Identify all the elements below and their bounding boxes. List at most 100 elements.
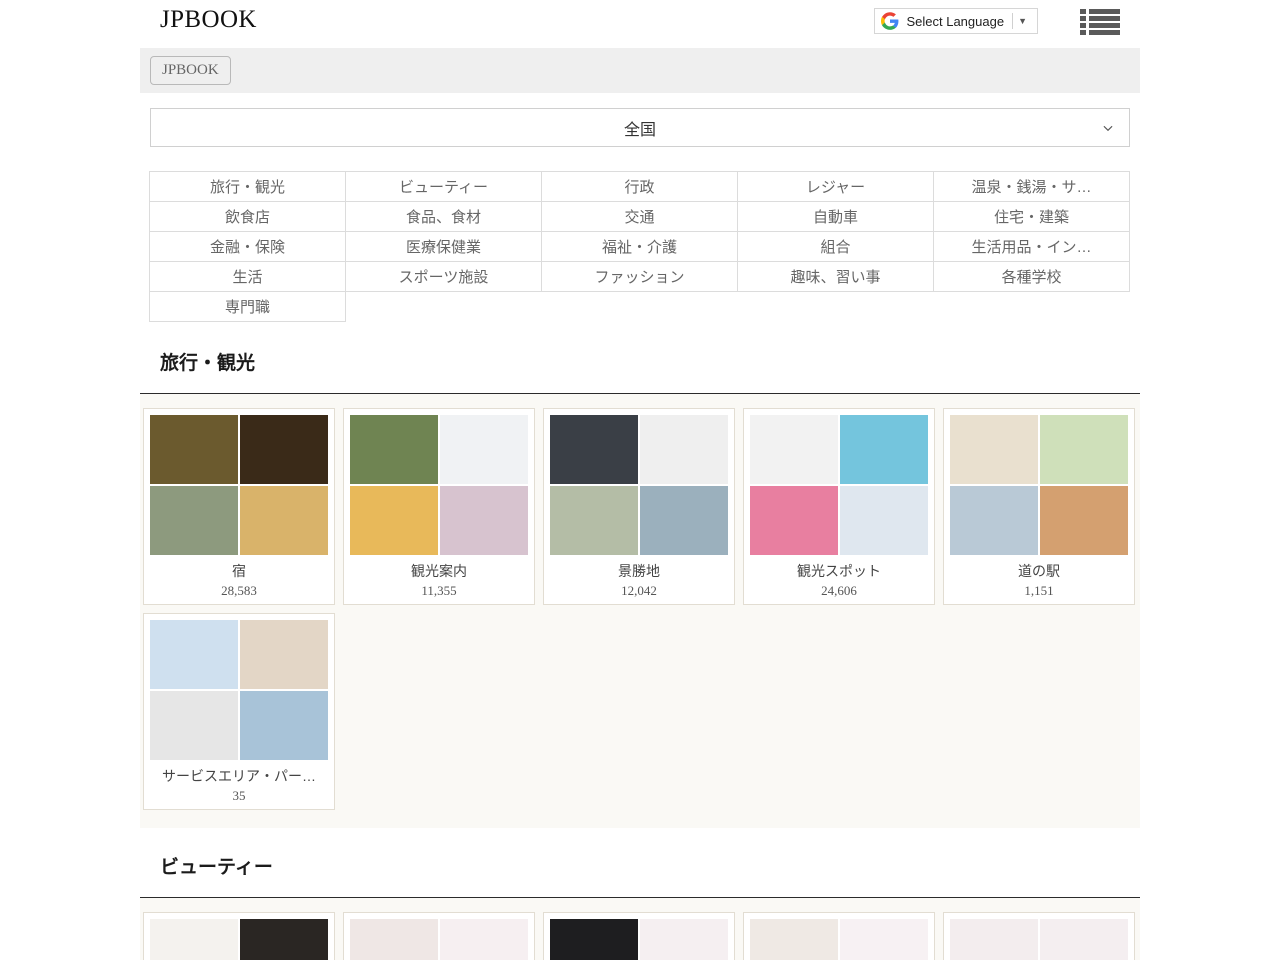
category-cell[interactable]: ビューティー	[346, 172, 542, 202]
translate-label: Select Language	[906, 14, 1012, 29]
thumbnail-tile	[750, 415, 838, 484]
category-cell[interactable]: 生活用品・イン…	[934, 232, 1130, 262]
thumbnail-tile	[1040, 415, 1128, 484]
category-cell-empty	[346, 292, 542, 322]
card-label: 宿	[150, 561, 328, 581]
thumbnail-tile	[950, 415, 1038, 484]
category-cell[interactable]: ファッション	[542, 262, 738, 292]
category-cell[interactable]: 趣味、習い事	[738, 262, 934, 292]
chevron-down-icon[interactable]: ▼	[1013, 17, 1031, 26]
card-count: 24,606	[750, 583, 928, 599]
thumbnail-tile	[750, 919, 838, 960]
category-cell[interactable]: 自動車	[738, 202, 934, 232]
category-cell[interactable]: 組合	[738, 232, 934, 262]
thumbnail-tile	[150, 486, 238, 555]
category-cell[interactable]: スポーツ施設	[346, 262, 542, 292]
category-cell[interactable]: 福祉・介護	[542, 232, 738, 262]
category-row: 旅行・観光ビューティー行政レジャー温泉・銭湯・サ…	[150, 172, 1130, 202]
thumbnail-tile	[1040, 486, 1128, 555]
card-thumbnail	[950, 415, 1128, 555]
category-row: 飲食店食品、食材交通自動車住宅・建築	[150, 202, 1130, 232]
card-thumbnail	[150, 919, 328, 960]
thumbnail-tile	[350, 415, 438, 484]
category-row: 金融・保険医療保健業福祉・介護組合生活用品・イン…	[150, 232, 1130, 262]
category-card[interactable]	[143, 912, 335, 960]
thumbnail-tile	[440, 486, 528, 555]
category-card[interactable]: 景勝地 12,042	[543, 408, 735, 605]
category-card[interactable]: サービスエリア・パー…35	[143, 613, 335, 810]
card-thumbnail	[550, 919, 728, 960]
card-count: 28,583	[150, 583, 328, 599]
category-card[interactable]	[743, 912, 935, 960]
site-header: JPBOOK Select Language ▼	[0, 0, 1280, 44]
category-row: 生活スポーツ施設ファッション趣味、習い事各種学校	[150, 262, 1130, 292]
category-cell[interactable]: 飲食店	[150, 202, 346, 232]
thumbnail-tile	[950, 919, 1038, 960]
thumbnail-tile	[840, 415, 928, 484]
category-card[interactable]	[943, 912, 1135, 960]
thumbnail-tile	[240, 415, 328, 484]
card-count: 11,355	[350, 583, 528, 599]
category-cell-empty	[542, 292, 738, 322]
category-cell[interactable]: 食品、食材	[346, 202, 542, 232]
category-cell[interactable]: 医療保健業	[346, 232, 542, 262]
thumbnail-tile	[150, 620, 238, 689]
section-title: ビューティー	[140, 852, 1140, 879]
google-g-icon	[881, 12, 899, 30]
thumbnail-tile	[640, 415, 728, 484]
breadcrumb: JPBOOK	[140, 48, 1140, 93]
thumbnail-tile	[750, 486, 838, 555]
card-label: 道の駅	[950, 561, 1128, 581]
category-card[interactable]: 道の駅1,151	[943, 408, 1135, 605]
category-cell[interactable]: レジャー	[738, 172, 934, 202]
category-section: ビューティー	[140, 852, 1140, 960]
site-logo[interactable]: JPBOOK	[160, 6, 257, 34]
card-thumbnail	[350, 415, 528, 555]
category-cell[interactable]: 行政	[542, 172, 738, 202]
chevron-down-icon	[1101, 121, 1115, 135]
region-select-value: 全国	[624, 116, 656, 140]
thumbnail-tile	[350, 486, 438, 555]
category-card[interactable]	[343, 912, 535, 960]
category-cell[interactable]: 交通	[542, 202, 738, 232]
category-cell[interactable]: 金融・保険	[150, 232, 346, 262]
category-card[interactable]	[543, 912, 735, 960]
card-thumbnail	[150, 620, 328, 760]
section-body: 宿28,583観光案内11,355景勝地12,042観光スポット24,606道の…	[140, 394, 1140, 828]
category-cell[interactable]: 各種学校	[934, 262, 1130, 292]
region-select[interactable]: 全国	[150, 108, 1130, 147]
google-translate-widget[interactable]: Select Language ▼	[874, 8, 1038, 34]
card-thumbnail	[750, 919, 928, 960]
card-thumbnail	[350, 919, 528, 960]
list-view-icon[interactable]	[1080, 6, 1120, 38]
section-body	[140, 898, 1140, 960]
category-row: 専門職	[150, 292, 1130, 322]
card-label: 景勝地	[550, 561, 728, 581]
category-cell[interactable]: 温泉・銭湯・サ…	[934, 172, 1130, 202]
category-cell[interactable]: 専門職	[150, 292, 346, 322]
category-card[interactable]: 観光案内11,355	[343, 408, 535, 605]
thumbnail-tile	[640, 486, 728, 555]
thumbnail-tile	[640, 919, 728, 960]
category-cell[interactable]: 生活	[150, 262, 346, 292]
thumbnail-tile	[440, 415, 528, 484]
thumbnail-tile	[440, 919, 528, 960]
page-root: JPBOOK Select Language ▼ JPBOOK	[0, 0, 1280, 960]
card-thumbnail	[950, 919, 1128, 960]
thumbnail-tile	[550, 919, 638, 960]
card-thumbnail	[550, 415, 728, 555]
thumbnail-tile	[240, 691, 328, 760]
category-card[interactable]: 宿 28,583	[143, 408, 335, 605]
category-section: 旅行・観光宿28,583観光案内11,355景勝地12,042観光スポット24,…	[140, 348, 1140, 828]
thumbnail-tile	[840, 486, 928, 555]
card-label: サービスエリア・パー…	[150, 766, 328, 786]
category-table: 旅行・観光ビューティー行政レジャー温泉・銭湯・サ…飲食店食品、食材交通自動車住宅…	[149, 171, 1130, 322]
category-cell[interactable]: 旅行・観光	[150, 172, 346, 202]
category-cell[interactable]: 住宅・建築	[934, 202, 1130, 232]
breadcrumb-home[interactable]: JPBOOK	[150, 56, 231, 85]
category-cell-empty	[934, 292, 1130, 322]
category-card[interactable]: 観光スポット24,606	[743, 408, 935, 605]
card-count: 12,042	[550, 583, 728, 599]
thumbnail-tile	[550, 486, 638, 555]
category-cell-empty	[738, 292, 934, 322]
